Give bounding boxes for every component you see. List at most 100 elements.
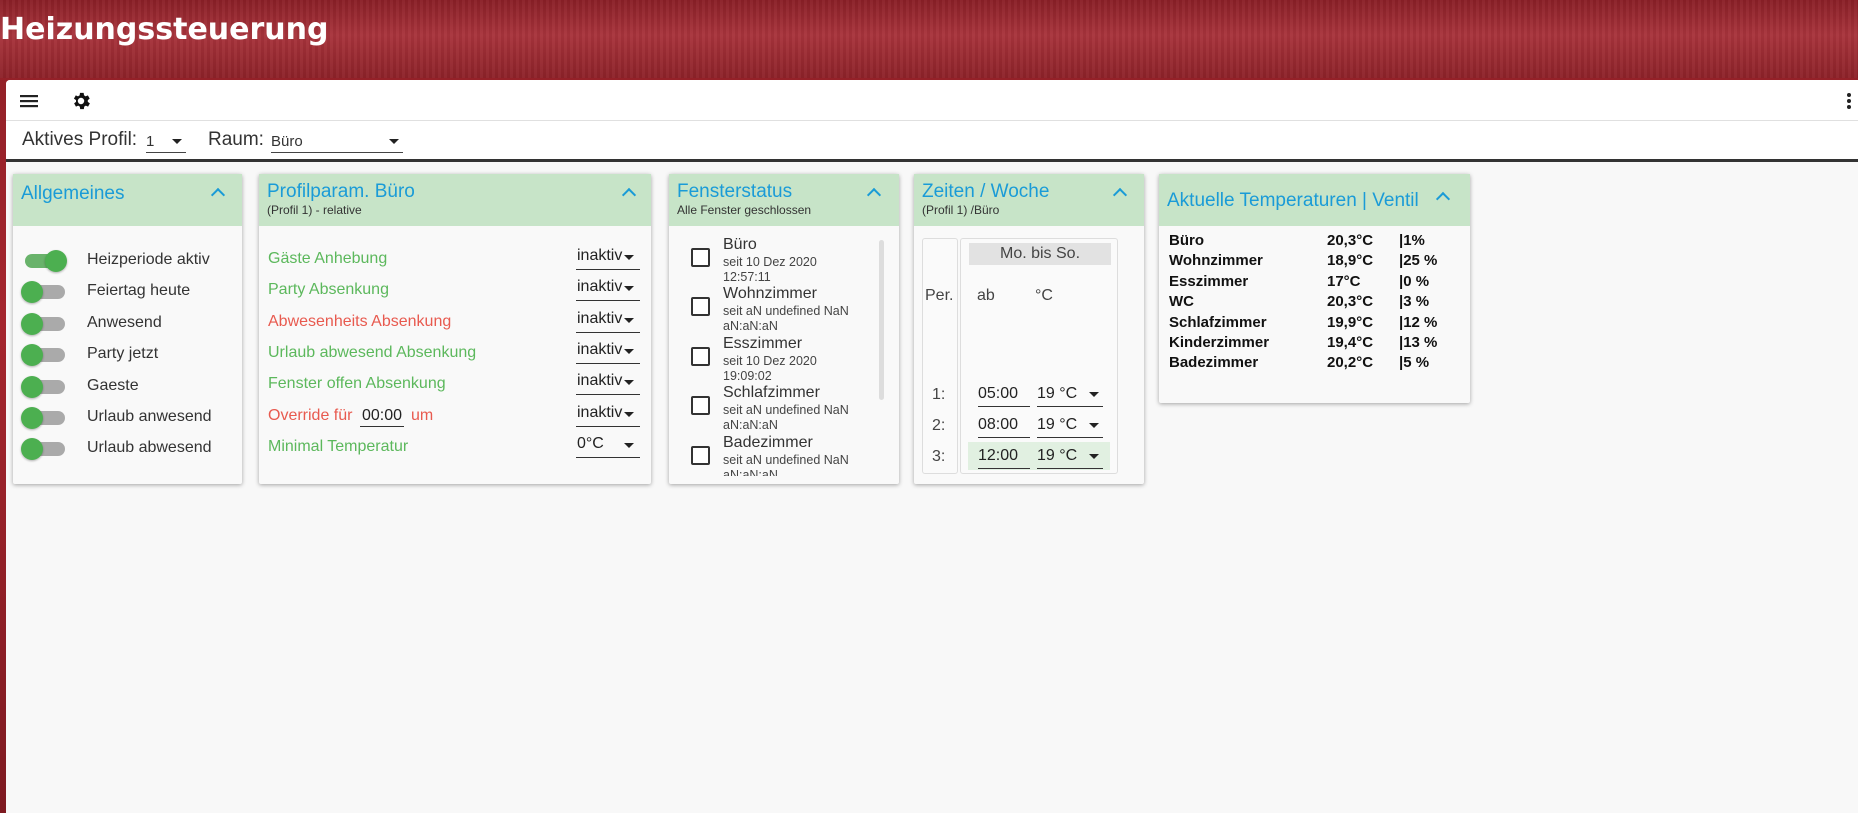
window-name: Wohnzimmer bbox=[723, 285, 817, 303]
param-select-value: inaktiv bbox=[577, 309, 623, 327]
collapse-icon[interactable] bbox=[866, 184, 882, 200]
fenster-item: Büro seit 10 Dez 2020 12:57:11 bbox=[677, 236, 847, 285]
card-header: Zeiten / Woche (Profil 1) /Büro bbox=[914, 174, 1144, 226]
card-header: Fensterstatus Alle Fenster geschlossen bbox=[669, 174, 899, 226]
period-temp-select[interactable]: 19 °C bbox=[1037, 382, 1103, 407]
window-checkbox[interactable] bbox=[691, 297, 710, 317]
period-time-field[interactable]: 05:00 bbox=[978, 382, 1030, 407]
temperature-row: Büro 20,3°C |1% bbox=[1169, 232, 1459, 252]
collapse-icon[interactable] bbox=[210, 184, 226, 200]
window-checkbox[interactable] bbox=[691, 248, 710, 267]
menu-icon[interactable] bbox=[18, 90, 40, 112]
temperature-row: Esszimmer 17°C |0 % bbox=[1169, 273, 1459, 293]
toggle-label: Anwesend bbox=[87, 313, 162, 331]
param-select[interactable]: inaktiv bbox=[576, 402, 640, 427]
window-checkbox[interactable] bbox=[691, 396, 710, 416]
toggle-switch[interactable] bbox=[21, 250, 67, 272]
toggle-switch[interactable] bbox=[21, 375, 67, 398]
card-subtitle: (Profil 1) /Büro bbox=[922, 203, 1000, 217]
window-since: seit 10 Dez 2020 bbox=[723, 255, 817, 269]
period-temp-select[interactable]: 19 °C bbox=[1037, 413, 1103, 438]
param-row: Urlaub abwesend Absenkung inaktiv bbox=[268, 339, 640, 367]
card-title: Fensterstatus bbox=[677, 181, 793, 202]
window-since: seit aN undefined NaN bbox=[723, 304, 849, 319]
valve-opening: |25 % bbox=[1399, 252, 1438, 270]
app-window: Aktives Profil: 1 Raum: Büro Allgemeines… bbox=[6, 80, 1858, 813]
scrollbar[interactable] bbox=[879, 240, 884, 400]
chevron-down-icon bbox=[624, 348, 634, 354]
toggle-switch[interactable] bbox=[21, 407, 67, 429]
param-select[interactable]: inaktiv bbox=[576, 276, 640, 302]
param-row: Fenster offen Absenkung inaktiv bbox=[268, 370, 640, 398]
card-header: Allgemeines bbox=[13, 174, 242, 226]
param-row: Abwesenheits Absenkung inaktiv bbox=[268, 308, 640, 336]
gear-icon[interactable] bbox=[70, 90, 92, 112]
room-name: Wohnzimmer bbox=[1169, 252, 1263, 270]
window-since: seit aN undefined NaN bbox=[723, 452, 849, 467]
toggle-switch[interactable] bbox=[21, 312, 67, 335]
more-vert-icon[interactable] bbox=[1844, 90, 1854, 112]
period-time: 08:00 bbox=[978, 416, 1019, 433]
switch-knob bbox=[21, 375, 43, 398]
collapse-icon[interactable] bbox=[1435, 188, 1451, 204]
chevron-down-icon bbox=[624, 411, 634, 417]
room-select[interactable]: Büro bbox=[271, 133, 403, 153]
temperature-row: Schlafzimmer 19,9°C |12 % bbox=[1169, 314, 1459, 334]
room-temperature: 20,3°C bbox=[1327, 293, 1374, 311]
param-label: Gäste Anhebung bbox=[268, 250, 388, 267]
window-time: 19:09:02 bbox=[723, 368, 772, 383]
valve-opening: |5 % bbox=[1399, 354, 1430, 372]
toggle-switch[interactable] bbox=[21, 344, 67, 367]
profile-select[interactable]: 1 bbox=[146, 133, 186, 153]
param-select[interactable]: inaktiv bbox=[576, 245, 640, 270]
override-time-input[interactable]: 00:00 bbox=[360, 402, 404, 427]
card-fensterstatus: Fensterstatus Alle Fenster geschlossen B… bbox=[669, 174, 899, 484]
switch-knob bbox=[21, 438, 43, 461]
toggle-label: Heizperiode aktiv bbox=[87, 251, 210, 268]
room-temperature: 18,9°C bbox=[1327, 252, 1374, 270]
param-label: Party Absenkung bbox=[268, 281, 389, 299]
room-temperature: 20,3°C bbox=[1327, 232, 1374, 249]
param-row: Override für 00:00 um inaktiv bbox=[268, 402, 640, 430]
col-per-header: Per. bbox=[925, 287, 954, 304]
window-time: aN:aN:aN bbox=[723, 467, 778, 476]
temperature-table: Büro 20,3°C |1% Wohnzimmer 18,9°C |25 % Esszim… bbox=[1169, 232, 1459, 375]
param-select[interactable]: 0°C bbox=[576, 433, 640, 458]
toggle-switch[interactable] bbox=[21, 438, 67, 461]
chevron-down-icon bbox=[624, 442, 634, 448]
toggle-switch[interactable] bbox=[21, 281, 67, 304]
window-time: 12:57:11 bbox=[723, 270, 771, 284]
fenster-item: Badezimmer seit aN undefined NaN aN:aN:aN bbox=[677, 433, 849, 476]
window-checkbox[interactable] bbox=[691, 346, 710, 366]
collapse-icon[interactable] bbox=[621, 184, 637, 200]
room-name: Badezimmer bbox=[1169, 354, 1259, 372]
param-select[interactable]: inaktiv bbox=[576, 370, 640, 396]
param-select[interactable]: inaktiv bbox=[576, 339, 640, 364]
room-select-value: Büro bbox=[271, 133, 303, 150]
valve-opening: |3 % bbox=[1399, 293, 1430, 311]
temperature-row: WC 20,3°C |3 % bbox=[1169, 293, 1459, 313]
temperature-row: Kinderzimmer 19,4°C |13 % bbox=[1169, 334, 1459, 354]
card-title: Allgemeines bbox=[21, 183, 125, 204]
window-time: aN:aN:aN bbox=[723, 319, 778, 334]
zeit-period-column: Per. bbox=[922, 238, 958, 474]
collapse-icon[interactable] bbox=[1112, 184, 1128, 200]
room-temperature: 17°C bbox=[1327, 272, 1361, 290]
period-time-field[interactable]: 12:00 bbox=[978, 444, 1030, 469]
fenster-item: Esszimmer seit 10 Dez 2020 19:09:02 bbox=[677, 335, 847, 384]
param-select-value: inaktiv bbox=[577, 278, 623, 296]
valve-opening: |13 % bbox=[1399, 333, 1438, 351]
param-select[interactable]: inaktiv bbox=[576, 308, 640, 333]
profile-select-value: 1 bbox=[146, 133, 155, 150]
period-time-field[interactable]: 08:00 bbox=[978, 413, 1030, 438]
param-label: Fenster offen Absenkung bbox=[268, 375, 446, 393]
param-select-value: inaktiv bbox=[577, 247, 623, 264]
card-profilparam: Profilparam. Büro (Profil 1) - relative … bbox=[259, 174, 651, 484]
fenster-item: Wohnzimmer seit aN undefined NaN aN:aN:aN bbox=[677, 285, 849, 334]
period-temp-select[interactable]: 19 °C bbox=[1037, 444, 1103, 469]
tab-mo-bis-so[interactable]: Mo. bis So. bbox=[969, 243, 1111, 265]
window-name: Badezimmer bbox=[723, 433, 813, 451]
room-temperature: 19,4°C bbox=[1327, 333, 1374, 351]
window-checkbox[interactable] bbox=[691, 445, 710, 465]
chevron-down-icon bbox=[624, 380, 634, 386]
